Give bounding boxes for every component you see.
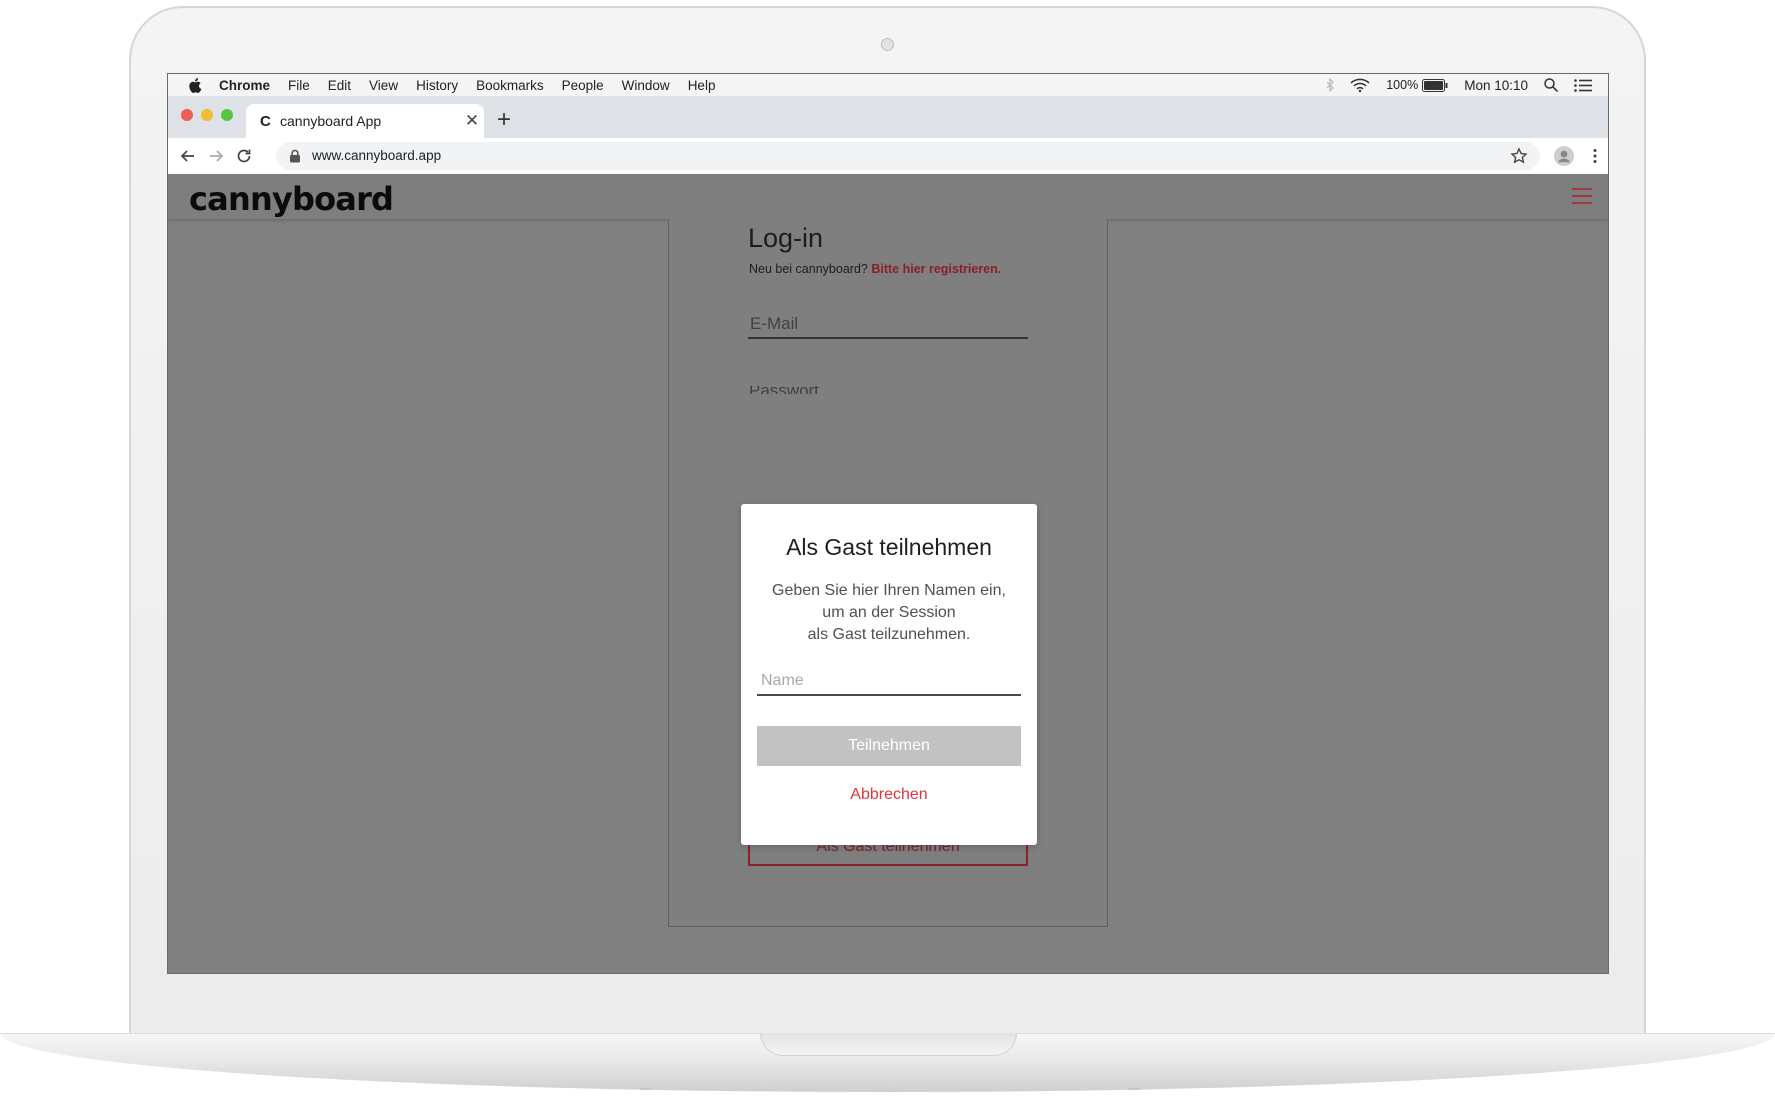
- menubar-status-area: 100% Mon 10:10: [1326, 74, 1608, 96]
- wifi-icon[interactable]: [1350, 78, 1370, 92]
- more-menu-icon[interactable]: [1586, 147, 1604, 165]
- register-prompt-text: Neu bei cannyboard?: [749, 262, 868, 276]
- forward-arrow-icon[interactable]: [207, 147, 225, 165]
- menu-help[interactable]: Help: [688, 78, 716, 93]
- menu-bookmarks[interactable]: Bookmarks: [476, 78, 544, 93]
- guest-modal: Als Gast teilnehmen Geben Sie hier Ihren…: [741, 504, 1037, 845]
- bluetooth-icon[interactable]: [1326, 78, 1335, 92]
- browser-tabstrip: C cannyboard App ✕ +: [168, 96, 1608, 138]
- app-header: cannyboard: [168, 174, 1608, 220]
- reload-icon[interactable]: [235, 147, 253, 165]
- modal-description: Geben Sie hier Ihren Namen ein, um an de…: [741, 580, 1037, 646]
- bookmark-star-icon[interactable]: [1510, 147, 1528, 165]
- login-title: Log-in: [748, 223, 824, 253]
- clock[interactable]: Mon 10:10: [1464, 78, 1528, 93]
- register-link[interactable]: Bitte hier registrieren.: [871, 262, 1001, 276]
- favicon-icon: C: [260, 112, 271, 130]
- laptop-notch: [760, 1033, 1017, 1056]
- lock-icon[interactable]: [289, 149, 301, 163]
- web-page: cannyboard Log-in Neu bei cannyboard? Bi…: [168, 174, 1608, 973]
- macos-menubar: Chrome File Edit View History Bookmarks …: [168, 74, 1608, 97]
- email-field[interactable]: [748, 311, 1028, 339]
- battery-icon[interactable]: [1422, 78, 1448, 92]
- modal-title: Als Gast teilnehmen: [786, 534, 992, 560]
- address-bar[interactable]: www.cannyboard.app: [276, 142, 1540, 170]
- menu-history[interactable]: History: [416, 78, 458, 93]
- join-button[interactable]: Teilnehmen: [757, 726, 1021, 766]
- menu-people[interactable]: People: [562, 78, 604, 93]
- register-prompt: Neu bei cannyboard? Bitte hier registrie…: [749, 262, 1001, 276]
- battery-percent: 100%: [1386, 78, 1419, 92]
- menu-app-name[interactable]: Chrome: [219, 78, 270, 93]
- tab-title: cannyboard App: [280, 113, 382, 129]
- laptop-foot: [1128, 1088, 1140, 1090]
- profile-avatar-icon[interactable]: [1554, 146, 1574, 166]
- window-zoom-button[interactable]: [221, 109, 233, 121]
- laptop-foot: [640, 1088, 652, 1090]
- menu-file[interactable]: File: [288, 78, 310, 93]
- guest-name-input[interactable]: [757, 668, 1021, 696]
- menu-view[interactable]: View: [369, 78, 398, 93]
- window-close-button[interactable]: [181, 109, 193, 121]
- hamburger-icon[interactable]: [1572, 188, 1592, 205]
- apple-icon[interactable]: [188, 77, 202, 93]
- notification-center-icon[interactable]: [1574, 78, 1592, 92]
- password-placeholder: Passwort: [749, 386, 829, 394]
- url-text[interactable]: www.cannyboard.app: [312, 148, 441, 163]
- browser-toolbar: www.cannyboard.app: [168, 138, 1608, 175]
- modal-text-line: Geben Sie hier Ihren Namen ein,: [772, 582, 1006, 599]
- tab-close-icon[interactable]: ✕: [460, 111, 484, 131]
- window-minimize-button[interactable]: [201, 109, 213, 121]
- modal-text-line: als Gast teilzunehmen.: [807, 626, 971, 643]
- menu-window[interactable]: Window: [622, 78, 670, 93]
- cannyboard-logo[interactable]: cannyboard: [189, 180, 394, 218]
- laptop-camera: [881, 38, 894, 51]
- spotlight-search-icon[interactable]: [1544, 78, 1558, 92]
- password-field-peek[interactable]: Passwort: [749, 386, 829, 394]
- new-tab-button[interactable]: +: [497, 105, 511, 135]
- menu-edit[interactable]: Edit: [328, 78, 351, 93]
- screen: Chrome File Edit View History Bookmarks …: [167, 73, 1609, 974]
- modal-text-line: um an der Session: [822, 604, 956, 621]
- cancel-link[interactable]: Abbrechen: [741, 786, 1037, 804]
- back-arrow-icon[interactable]: [179, 147, 197, 165]
- tab-cannyboard[interactable]: C cannyboard App ✕: [246, 104, 484, 138]
